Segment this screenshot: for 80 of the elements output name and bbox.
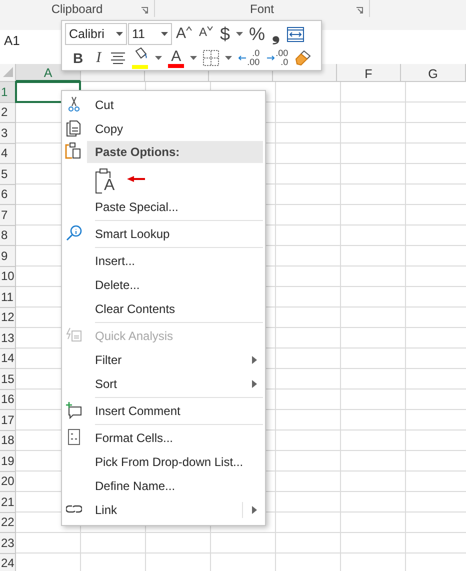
arrow-icon xyxy=(238,55,246,61)
increase-decimal-button[interactable]: .0 .00 xyxy=(235,47,263,69)
quick-analysis-icon xyxy=(66,327,82,344)
menu-item[interactable]: Insert Comment xyxy=(62,399,265,423)
row-header[interactable]: 10 xyxy=(0,266,16,287)
group-label: Clipboard xyxy=(51,0,103,18)
row-header[interactable]: 15 xyxy=(0,369,16,390)
paintbrush-icon xyxy=(295,50,312,66)
menu-item[interactable]: Insert... xyxy=(62,249,265,273)
arrow-icon xyxy=(266,55,275,61)
row-header[interactable]: 24 xyxy=(0,554,16,571)
row-header[interactable]: 16 xyxy=(0,390,16,410)
borders-icon xyxy=(203,50,220,66)
caret-up-icon xyxy=(186,26,192,31)
row-header[interactable]: 21 xyxy=(0,492,16,512)
menu-item[interactable]: Filter xyxy=(62,348,265,372)
font-size-field[interactable]: 11 xyxy=(128,23,172,45)
menu-item[interactable]: Sort xyxy=(62,372,265,396)
triangle-icon xyxy=(2,67,12,77)
decimal-label: .0 xyxy=(280,58,288,67)
caret-down-icon xyxy=(207,26,214,31)
row-header[interactable]: 19 xyxy=(0,451,16,472)
menu-item[interactable]: Format Cells... xyxy=(62,426,265,450)
menu-item[interactable]: Clear Contents xyxy=(62,297,265,321)
copy-icon xyxy=(66,120,82,137)
row-header[interactable]: 18 xyxy=(0,430,16,451)
paste-text-only-button[interactable]: A xyxy=(95,164,115,194)
align-center-icon xyxy=(111,52,126,64)
row-header[interactable]: 9 xyxy=(0,246,16,266)
menu-item[interactable]: Link xyxy=(62,498,265,522)
italic-button[interactable]: I xyxy=(90,47,108,69)
column-header[interactable]: F xyxy=(337,64,401,82)
row-header[interactable]: 4 xyxy=(0,144,16,164)
menu-item[interactable]: Paste Special... xyxy=(62,195,265,219)
menu-item[interactable]: Define Name... xyxy=(62,474,265,498)
annotation-arrow xyxy=(126,176,145,182)
comment-icon xyxy=(66,402,82,419)
menu-item[interactable]: Copy xyxy=(62,117,265,141)
font-color-button[interactable]: A xyxy=(165,47,188,69)
decimal-label: .00 xyxy=(276,49,288,58)
decimal-label: .0 xyxy=(251,49,260,58)
font-name-field[interactable]: Calibri xyxy=(65,23,127,45)
shrink-font-button[interactable]: A xyxy=(196,23,216,45)
menu-item[interactable]: Smart Lookup xyxy=(62,222,265,246)
row-header[interactable]: 6 xyxy=(0,184,16,205)
wrap-text-icon xyxy=(287,26,304,42)
group-label: Font xyxy=(250,0,274,18)
column-header[interactable]: G xyxy=(401,64,466,82)
currency-button[interactable]: $ xyxy=(217,23,234,45)
percent-button[interactable]: % xyxy=(246,23,268,45)
row-header[interactable]: 23 xyxy=(0,533,16,554)
decimal-label: .00 xyxy=(247,58,260,67)
menu-item[interactable]: Pick From Drop-down List... xyxy=(62,450,265,474)
row-header[interactable]: 22 xyxy=(0,512,16,533)
row-header[interactable]: 8 xyxy=(0,226,16,246)
menu-item[interactable]: Cut xyxy=(62,93,265,117)
caret-icon xyxy=(161,32,168,36)
format-cells-icon xyxy=(66,429,82,446)
search-icon xyxy=(66,225,82,242)
comma-button[interactable]: ❟ xyxy=(269,23,284,45)
row-header[interactable]: 5 xyxy=(0,164,16,184)
dialog-launcher-icon[interactable] xyxy=(141,7,148,14)
clipboard-icon xyxy=(65,142,81,159)
scissors-icon xyxy=(66,96,82,113)
row-header[interactable]: 13 xyxy=(0,328,16,348)
row-header[interactable]: 12 xyxy=(0,308,16,328)
row-header[interactable]: 1 xyxy=(0,82,16,102)
name-box[interactable]: A1 xyxy=(4,31,20,51)
row-header[interactable]: 17 xyxy=(0,410,16,430)
decrease-decimal-button[interactable]: .00 .0 xyxy=(264,47,292,69)
row-header[interactable]: 14 xyxy=(0,348,16,369)
menu-item[interactable]: Delete... xyxy=(62,273,265,297)
row-header[interactable]: 7 xyxy=(0,205,16,226)
dialog-launcher-icon[interactable] xyxy=(356,7,363,14)
row-header[interactable]: 11 xyxy=(0,287,16,308)
grow-font-button[interactable]: A xyxy=(173,23,196,45)
row-header[interactable]: 20 xyxy=(0,472,16,492)
row-header[interactable]: 2 xyxy=(0,102,16,123)
row-header[interactable]: 3 xyxy=(0,123,16,144)
caret-icon xyxy=(116,32,123,36)
